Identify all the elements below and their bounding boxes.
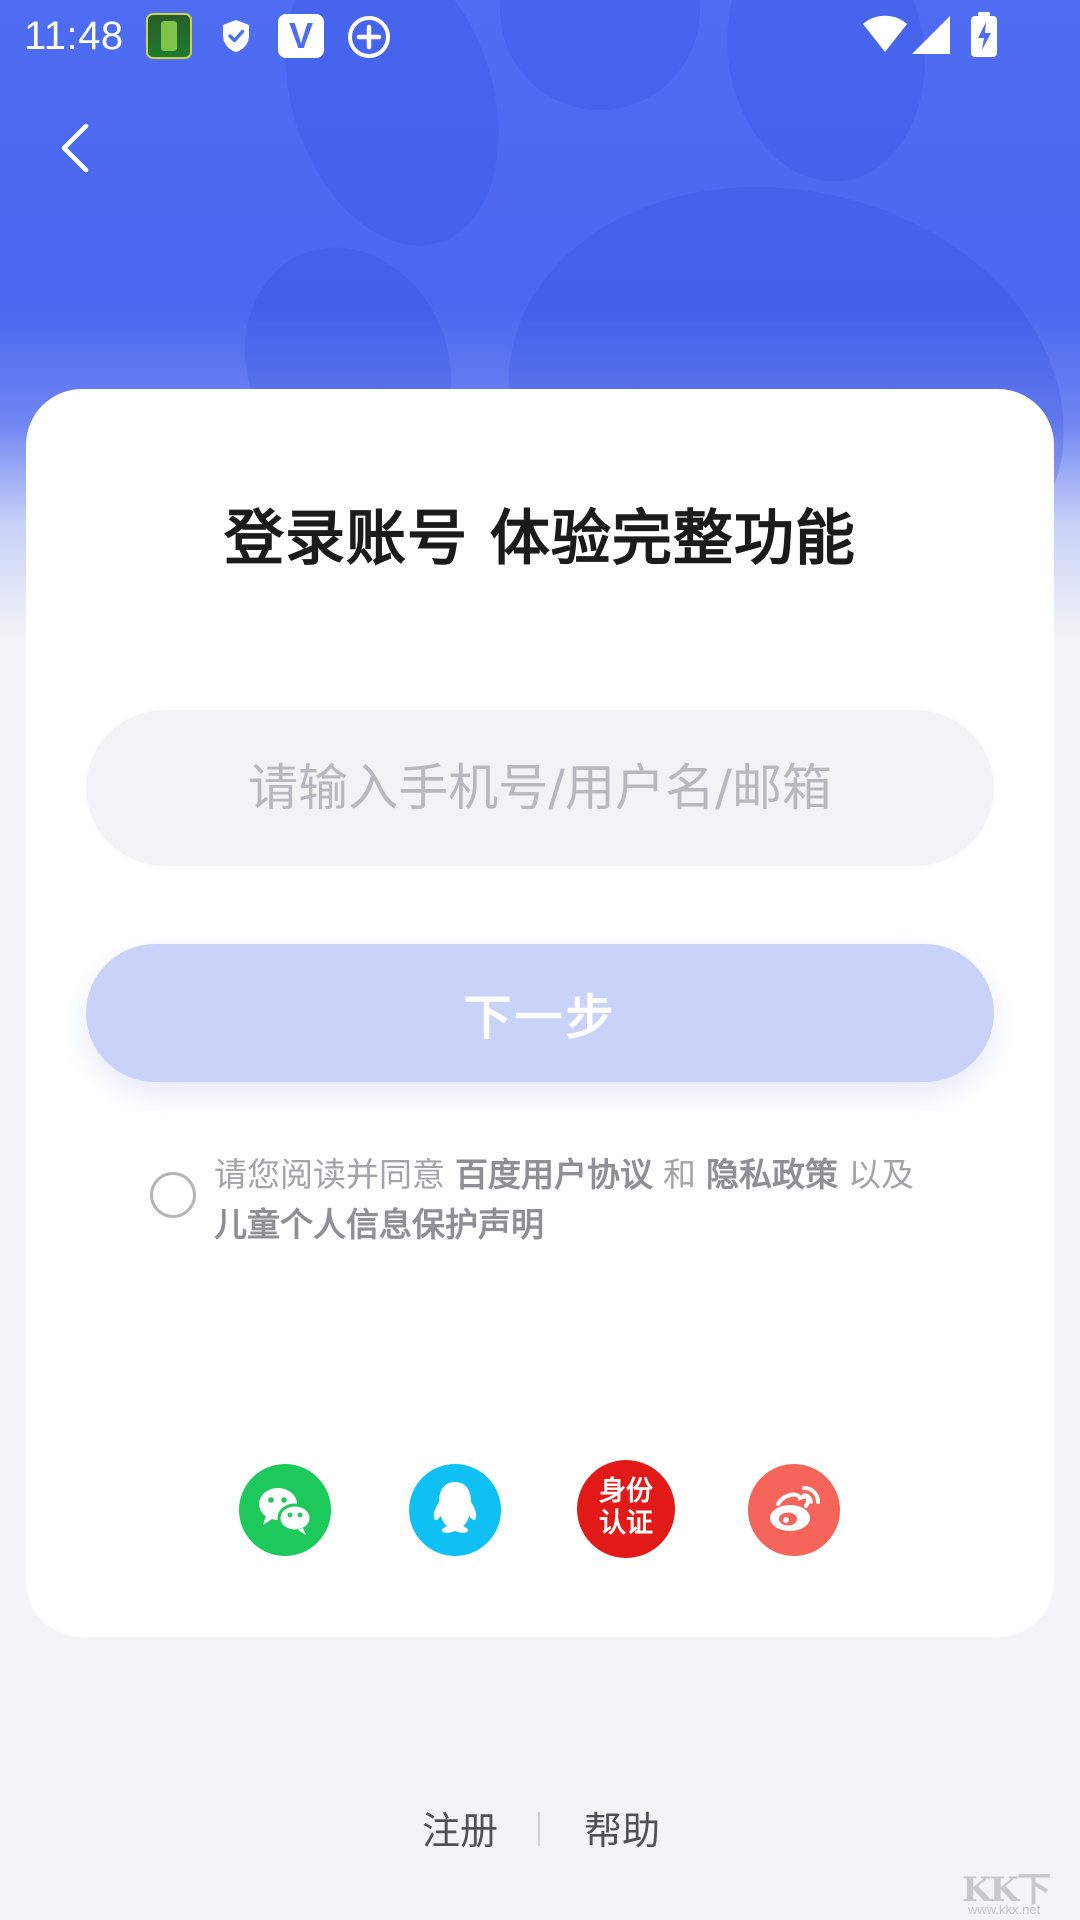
wechat-login-button[interactable]	[239, 1464, 331, 1556]
weibo-icon	[770, 1486, 820, 1531]
footer-divider	[538, 1812, 540, 1846]
agreement-text: 请您阅读并同意 百度用户协议和隐私政策 以及儿童个人信息保护声明	[214, 1150, 934, 1250]
qq-login-button[interactable]	[409, 1464, 501, 1556]
agreement-also: 以及	[848, 1155, 914, 1194]
privacy-policy-link[interactable]: 隐私政策	[706, 1155, 838, 1194]
next-button[interactable]: 下一步	[86, 944, 994, 1082]
weibo-login-button[interactable]	[748, 1464, 840, 1556]
page-title: 登录账号 体验完整功能	[224, 504, 856, 574]
chevron-left-icon	[61, 123, 89, 173]
wechat-icon	[259, 1488, 313, 1535]
battery-charging-icon	[970, 12, 998, 62]
child-privacy-link[interactable]: 儿童个人信息保护声明	[214, 1205, 544, 1244]
v-app-icon: V	[278, 14, 324, 58]
status-bar: 11:48 V	[0, 0, 1080, 74]
baidu-agreement-link[interactable]: 百度用户协议	[455, 1155, 653, 1194]
wifi-icon	[862, 14, 908, 58]
register-link[interactable]: 注册	[422, 1800, 498, 1855]
agreement-checkbox[interactable]	[150, 1172, 196, 1218]
app-battery-icon	[146, 13, 192, 59]
watermark-url: www.kkx.net	[968, 1902, 1041, 1917]
id-auth-label-line2: 认证	[599, 1508, 653, 1539]
agreement-and: 和	[663, 1155, 696, 1194]
plus-circle-icon	[346, 14, 392, 64]
back-button[interactable]	[48, 118, 104, 178]
agreement-prefix: 请您阅读并同意	[214, 1155, 445, 1194]
id-auth-label-line1: 身份	[599, 1476, 653, 1507]
account-input[interactable]	[86, 710, 994, 866]
help-link[interactable]: 帮助	[584, 1800, 660, 1855]
signal-icon	[910, 14, 954, 60]
status-time: 11:48	[24, 14, 124, 58]
id-auth-login-button[interactable]: 身份 认证	[577, 1460, 675, 1558]
qq-icon	[433, 1482, 477, 1533]
shield-icon	[220, 18, 252, 58]
